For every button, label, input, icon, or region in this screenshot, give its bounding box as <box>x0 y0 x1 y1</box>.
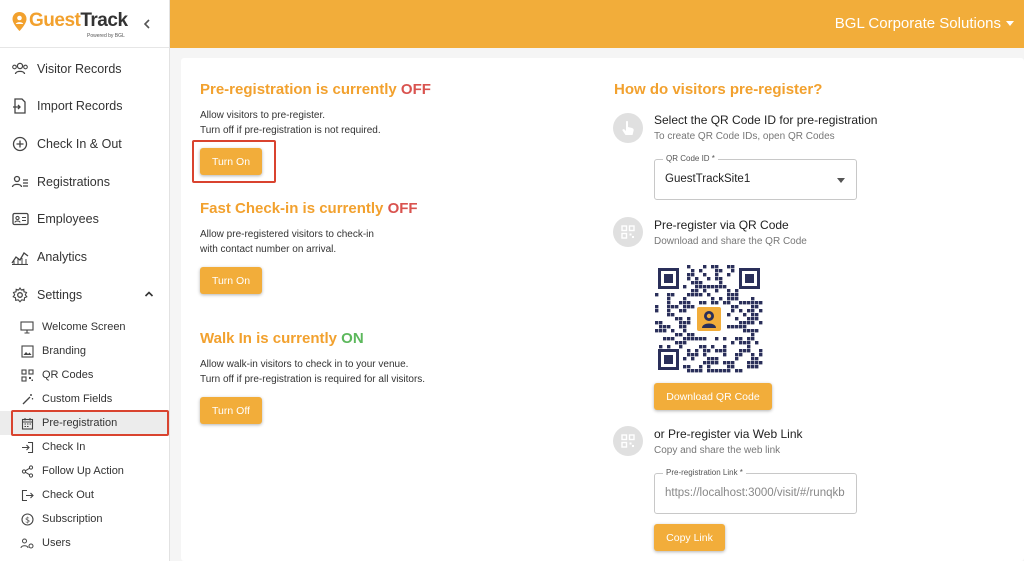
caret-down-icon <box>1006 21 1014 26</box>
sidebar-item-settings[interactable]: Settings <box>0 276 169 314</box>
settings-item-label: Check In <box>42 441 86 453</box>
sidebar-item-check-in-out[interactable]: Check In & Out <box>0 125 169 163</box>
settings-item-label: Follow Up Action <box>42 465 124 477</box>
monitor-icon <box>20 320 34 334</box>
sidebar-item-import-records[interactable]: Import Records <box>0 87 169 125</box>
sidebar-item-analytics[interactable]: Analytics <box>0 238 169 276</box>
qr-code-image <box>655 265 763 373</box>
step2-subtitle: Download and share the QR Code <box>654 236 807 247</box>
settings-item-label: Branding <box>42 345 87 357</box>
people-icon <box>11 60 29 78</box>
sidebar-item-label: Check In & Out <box>37 137 122 151</box>
settings-item-label: Subscription <box>42 513 103 525</box>
users-gear-icon <box>20 536 34 550</box>
dollar-circle-icon: $ <box>20 512 34 526</box>
image-icon <box>20 344 34 358</box>
logo-pin-icon <box>12 11 27 31</box>
download-qr-code-button[interactable]: Download QR Code <box>654 383 772 410</box>
settings-item-label: Custom Fields <box>42 393 113 405</box>
company-name: BGL Corporate Solutions <box>834 15 1001 32</box>
caret-down-icon <box>837 178 845 183</box>
id-card-icon <box>11 210 29 228</box>
qr-code-id-label: QR Code ID * <box>663 154 718 163</box>
sidebar-item-label: Import Records <box>37 99 123 113</box>
logo-area: GuestTrack Powered by BGL <box>0 0 169 48</box>
login-icon <box>20 440 34 454</box>
settings-item-label: Welcome Screen <box>42 321 126 333</box>
sidebar-item-label: Analytics <box>37 250 88 264</box>
settings-item-users[interactable]: Users <box>0 531 169 555</box>
gear-icon <box>11 286 29 304</box>
sidebar-item-label: Settings <box>37 288 83 302</box>
fastcheckin-turn-on-button[interactable]: Turn On <box>200 267 262 294</box>
sidebar-item-employees[interactable]: Employees <box>0 200 169 238</box>
sidebar-item-visitor-records[interactable]: Visitor Records <box>0 50 169 88</box>
settings-item-label: Check Out <box>42 489 94 501</box>
sidebar-item-label: Registrations <box>37 175 110 189</box>
sidebar: GuestTrack Powered by BGL Visitor Record… <box>0 0 170 561</box>
guesttrack-logo: GuestTrack <box>12 10 128 32</box>
prereg-description: Allow visitors to pre-register. Turn off… <box>200 110 381 136</box>
registrations-icon <box>11 173 29 191</box>
tap-icon <box>613 113 643 143</box>
svg-text:$: $ <box>24 515 29 524</box>
settings-item-check-in[interactable]: Check In <box>0 435 169 459</box>
logout-icon <box>20 488 34 502</box>
fastcheckin-title: Fast Check-in is currently OFF <box>200 200 418 217</box>
chevron-up-icon <box>144 291 154 297</box>
highlight-box-sidebar <box>11 410 169 436</box>
walkin-status: ON <box>341 330 364 347</box>
settings-item-follow-up-action[interactable]: Follow Up Action <box>0 459 169 483</box>
step1-title: Select the QR Code ID for pre-registrati… <box>654 113 878 127</box>
copy-link-button[interactable]: Copy Link <box>654 524 725 551</box>
qr-code-icon <box>20 368 34 382</box>
company-selector[interactable]: BGL Corporate Solutions <box>835 15 1014 32</box>
logo-powered-by: Powered by BGL <box>87 33 125 39</box>
settings-item-label: Users <box>42 537 71 549</box>
fastcheckin-status: OFF <box>387 200 418 217</box>
analytics-icon <box>11 248 29 266</box>
logo-guest: Guest <box>29 10 81 31</box>
step2-title: Pre-register via QR Code <box>654 218 789 232</box>
walkin-description: Allow walk-in visitors to check in to yo… <box>200 359 426 385</box>
share-icon <box>20 464 34 478</box>
import-icon <box>11 97 29 115</box>
prereg-status: OFF <box>400 81 431 98</box>
add-circle-icon <box>11 135 29 153</box>
qr-code-id-value: GuestTrackSite1 <box>665 173 751 185</box>
sidebar-item-registrations[interactable]: Registrations <box>0 163 169 201</box>
settings-item-subscription[interactable]: $ Subscription <box>0 507 169 531</box>
pre-registration-link-value: https://localhost:3000/visit/#/runqkb <box>665 487 845 499</box>
step3-title: or Pre-register via Web Link <box>654 427 803 441</box>
fastcheckin-description: Allow pre-registered visitors to check-i… <box>200 229 374 255</box>
prereg-turn-on-button[interactable]: Turn On <box>200 148 262 175</box>
top-header: BGL Corporate Solutions <box>170 0 1024 48</box>
qr-step-icon <box>613 217 643 247</box>
sidebar-item-label: Visitor Records <box>37 62 122 76</box>
settings-item-qr-codes[interactable]: QR Codes <box>0 363 169 387</box>
step1-subtitle: To create QR Code IDs, open QR Codes <box>654 131 835 142</box>
settings-item-branding[interactable]: Branding <box>0 339 169 363</box>
pre-registration-link-field[interactable]: Pre-registration Link * https://localhos… <box>654 468 857 514</box>
settings-item-welcome-screen[interactable]: Welcome Screen <box>0 315 169 339</box>
prereg-title: Pre-registration is currently OFF <box>200 81 431 98</box>
collapse-sidebar-icon[interactable] <box>140 14 154 34</box>
settings-item-custom-fields[interactable]: Custom Fields <box>0 387 169 411</box>
settings-item-label: QR Codes <box>42 369 94 381</box>
pre-registration-link-label: Pre-registration Link * <box>663 468 746 477</box>
qr-code-id-select[interactable]: QR Code ID * GuestTrackSite1 <box>654 154 857 200</box>
step3-subtitle: Copy and share the web link <box>654 445 781 456</box>
walkin-turn-off-button[interactable]: Turn Off <box>200 397 262 424</box>
how-title: How do visitors pre-register? <box>614 81 823 98</box>
logo-track: Track <box>80 10 128 31</box>
magic-wand-icon <box>20 392 34 406</box>
settings-item-check-out[interactable]: Check Out <box>0 483 169 507</box>
walkin-title: Walk In is currently ON <box>200 330 364 347</box>
web-link-step-icon <box>613 426 643 456</box>
sidebar-item-label: Employees <box>37 212 99 226</box>
